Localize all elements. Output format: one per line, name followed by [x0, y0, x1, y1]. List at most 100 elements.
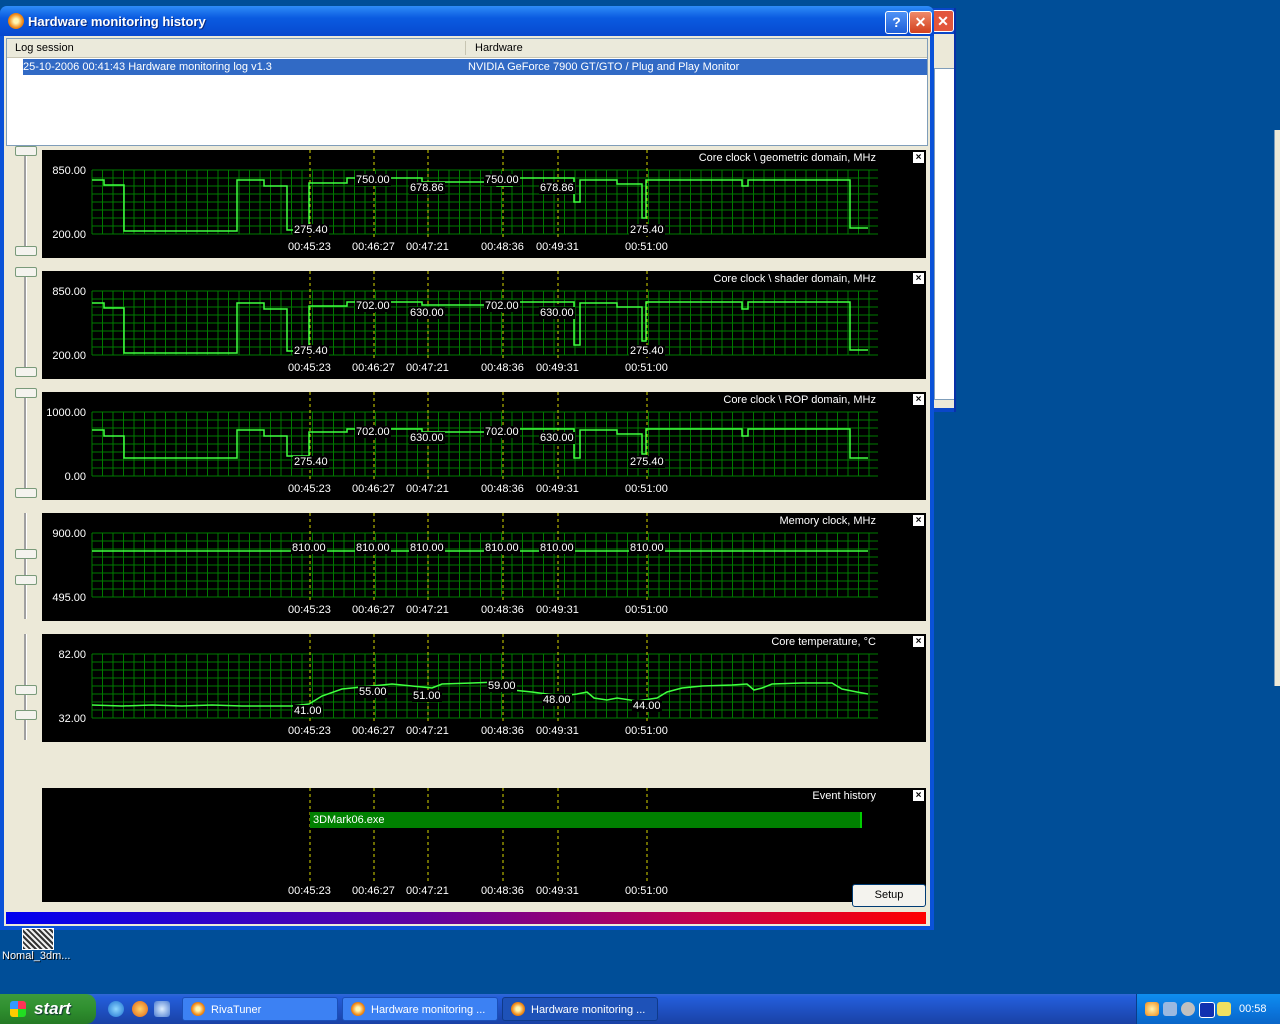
graph-title: Core clock \ ROP domain, MHz — [723, 394, 876, 406]
time-label: 00:48:36 — [481, 604, 524, 616]
graph-close-icon[interactable]: × — [913, 273, 924, 284]
graph-title: Core clock \ geometric domain, MHz — [698, 152, 876, 164]
taskbar: start RivaTuner Hardware monitoring ... … — [0, 994, 1280, 1024]
task-hardware-monitoring-2[interactable]: Hardware monitoring ... — [502, 997, 658, 1021]
time-label: 00:51:00 — [625, 362, 668, 374]
column-header-log-session[interactable]: Log session — [15, 42, 74, 54]
time-label: 00:45:23 — [288, 241, 331, 253]
time-label: 00:49:31 — [536, 885, 579, 897]
close-button[interactable]: ✕ — [909, 11, 932, 34]
help-button[interactable]: ? — [885, 11, 908, 34]
y-axis-max: 850.00 — [52, 286, 86, 298]
column-header-hardware[interactable]: Hardware — [475, 42, 523, 54]
network-tray-icon[interactable] — [1163, 1002, 1177, 1016]
value-label: 810.00 — [629, 542, 665, 554]
event-history-panel: Event history × 3DMark06.exe 00:45:23 00:… — [6, 784, 926, 906]
scale-slider-track[interactable] — [24, 271, 27, 377]
y-axis-min: 0.00 — [64, 471, 86, 483]
time-label: 00:47:21 — [406, 604, 449, 616]
value-label: 275.40 — [629, 224, 665, 236]
column-divider[interactable] — [465, 41, 466, 55]
scale-max-thumb[interactable] — [15, 388, 37, 398]
value-label: 630.00 — [409, 307, 445, 319]
value-label: 44.00 — [632, 700, 662, 712]
window-client-area: Log session Hardware 25-10-2006 00:41:43… — [4, 36, 930, 926]
rivatuner-task-icon — [191, 1002, 205, 1016]
graph-title: Memory clock, MHz — [779, 515, 876, 527]
scale-slider-track[interactable] — [24, 513, 27, 619]
log-session-list[interactable]: Log session Hardware 25-10-2006 00:41:43… — [6, 38, 928, 146]
y-axis-max: 82.00 — [58, 649, 86, 661]
title-bar[interactable]: Hardware monitoring history ? ✕ — [0, 6, 934, 36]
value-label: 810.00 — [291, 542, 327, 554]
time-label: 00:48:36 — [481, 885, 524, 897]
scale-max-thumb[interactable] — [15, 549, 37, 559]
value-label: 702.00 — [355, 426, 391, 438]
value-label: 51.00 — [412, 690, 442, 702]
scale-slider-track[interactable] — [24, 150, 27, 256]
graph-close-icon[interactable]: × — [913, 515, 924, 526]
time-label: 00:45:23 — [288, 483, 331, 495]
value-label: 630.00 — [409, 432, 445, 444]
time-label: 00:49:31 — [536, 362, 579, 374]
time-label: 00:47:21 — [406, 483, 449, 495]
time-label: 00:51:00 — [625, 725, 668, 737]
time-label: 00:45:23 — [288, 604, 331, 616]
graph-close-icon[interactable]: × — [913, 636, 924, 647]
task-hardware-monitoring-1[interactable]: Hardware monitoring ... — [342, 997, 498, 1021]
time-label: 00:51:00 — [625, 885, 668, 897]
time-label: 00:45:23 — [288, 362, 331, 374]
time-label: 00:51:00 — [625, 241, 668, 253]
scale-min-thumb[interactable] — [15, 367, 37, 377]
row-session: 25-10-2006 00:41:43 Hardware monitoring … — [23, 61, 272, 73]
desktop-file-icon[interactable] — [22, 928, 54, 950]
media-tray-icon[interactable] — [1199, 1002, 1215, 1018]
setup-button[interactable]: Setup — [852, 884, 926, 907]
scale-max-thumb[interactable] — [15, 267, 37, 277]
time-label: 00:51:00 — [625, 604, 668, 616]
y-axis-max: 850.00 — [52, 165, 86, 177]
windows-logo-icon — [10, 1001, 26, 1017]
scale-max-thumb[interactable] — [15, 146, 37, 156]
scale-min-thumb[interactable] — [15, 710, 37, 720]
background-window-pane — [934, 68, 954, 400]
notification-tray-icon[interactable] — [1217, 1002, 1231, 1016]
event-bar-3dmark06[interactable]: 3DMark06.exe — [310, 812, 862, 828]
value-label: 55.00 — [358, 686, 388, 698]
volume-tray-icon[interactable] — [1181, 1002, 1195, 1016]
value-label: 630.00 — [539, 432, 575, 444]
time-label: 00:48:36 — [481, 241, 524, 253]
time-label: 00:46:27 — [352, 604, 395, 616]
rivatuner-tray-icon[interactable] — [1145, 1002, 1159, 1016]
time-label: 00:45:23 — [288, 725, 331, 737]
time-label: 00:46:27 — [352, 362, 395, 374]
value-label: 275.40 — [293, 224, 329, 236]
value-label: 750.00 — [484, 174, 520, 186]
edge-window — [1274, 130, 1280, 686]
background-window-close-icon[interactable]: ✕ — [932, 10, 954, 32]
desktop-quicklaunch-icon[interactable] — [154, 1001, 170, 1017]
firefox-quicklaunch-icon[interactable] — [132, 1001, 148, 1017]
graph-panel: Core clock \ shader domain, MHz × 850.00 20… — [6, 267, 926, 384]
scale-min-thumb[interactable] — [15, 575, 37, 585]
value-label: 275.40 — [629, 345, 665, 357]
scale-min-thumb[interactable] — [15, 246, 37, 256]
graph-close-icon[interactable]: × — [913, 394, 924, 405]
clock: 00:58 — [1239, 1003, 1267, 1015]
value-label: 810.00 — [355, 542, 391, 554]
scale-slider-track[interactable] — [24, 392, 27, 498]
task-rivatuner[interactable]: RivaTuner — [182, 997, 338, 1021]
graph-close-icon[interactable]: × — [913, 152, 924, 163]
scale-max-thumb[interactable] — [15, 685, 37, 695]
time-label: 00:48:36 — [481, 362, 524, 374]
value-label: 275.40 — [293, 456, 329, 468]
scale-min-thumb[interactable] — [15, 488, 37, 498]
start-button[interactable]: start — [0, 994, 96, 1024]
list-row-selected[interactable]: 25-10-2006 00:41:43 Hardware monitoring … — [23, 59, 927, 75]
event-history-close-icon[interactable]: × — [913, 790, 924, 801]
start-label: start — [34, 999, 71, 1018]
y-axis-min: 200.00 — [52, 229, 86, 241]
ie-quicklaunch-icon[interactable] — [108, 1001, 124, 1017]
hardware-monitoring-window: Hardware monitoring history ? ✕ Log sess… — [0, 6, 934, 930]
desktop-icon-label[interactable]: Nomal_3dm... — [2, 950, 70, 962]
